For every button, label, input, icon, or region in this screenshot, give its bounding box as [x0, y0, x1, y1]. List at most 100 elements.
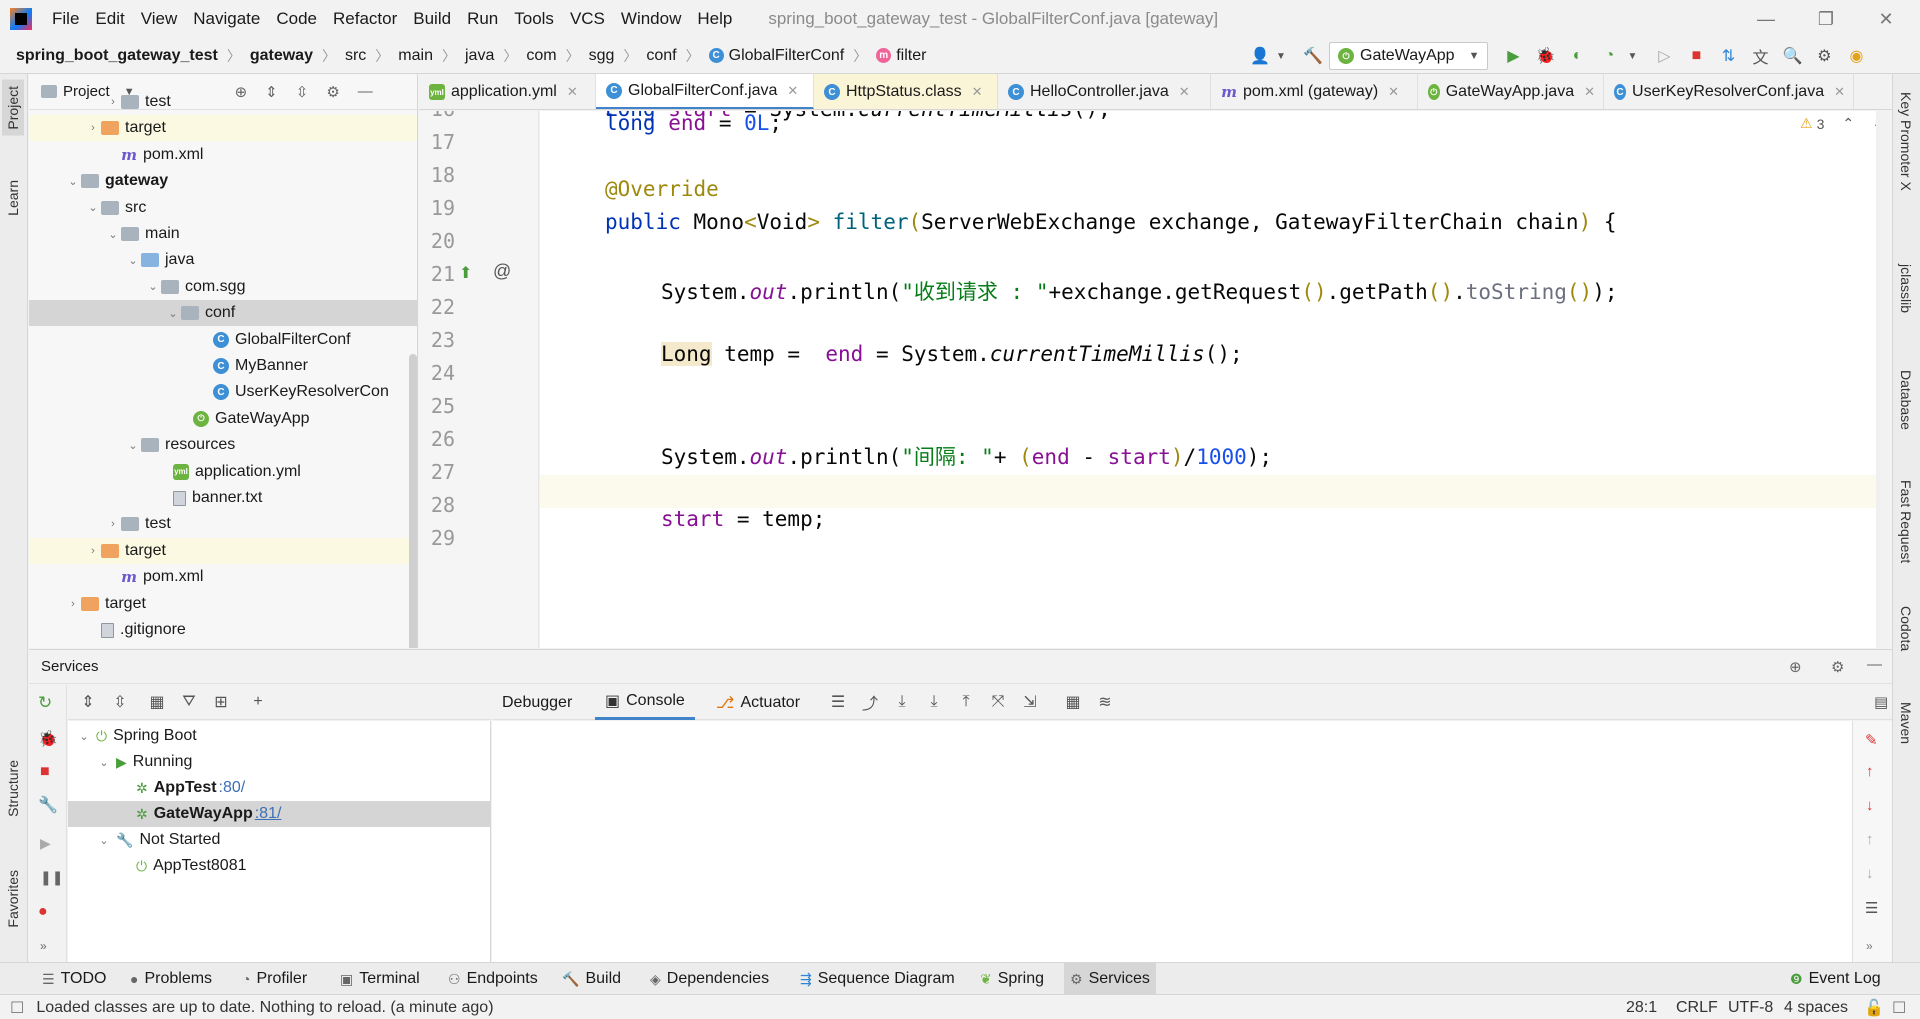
group-by-icon[interactable]: ▦ — [146, 691, 168, 713]
tab-build[interactable]: 🔨 Build — [556, 963, 627, 995]
menu-lines-icon[interactable]: ☰ — [827, 691, 849, 713]
step-over-icon[interactable]: ⤓ — [891, 691, 913, 713]
close-tab-icon[interactable]: ✕ — [1584, 84, 1595, 100]
project-tree-row[interactable]: ⌄ src — [29, 195, 417, 221]
tab-application-yml[interactable]: yml application.yml ✕ — [419, 74, 596, 109]
tree-expand-arrow-icon[interactable]: ⌄ — [96, 756, 112, 769]
lock-icon[interactable]: 🔓 — [1864, 995, 1884, 1019]
add-service-icon[interactable]: + — [247, 691, 269, 713]
breadcrumb-module[interactable]: gateway — [250, 47, 313, 65]
clear-icon[interactable]: ✎ — [1865, 731, 1878, 749]
tree-expand-arrow-icon[interactable]: › — [65, 598, 81, 610]
service-port-link[interactable]: :81/ — [255, 805, 282, 823]
tab-console[interactable]: ▣ Console — [595, 685, 695, 720]
service-tree-row[interactable]: ⌄ ⏻ Spring Boot — [68, 723, 491, 749]
up-arrow-icon[interactable]: ↑ — [1866, 763, 1874, 780]
filter-icon[interactable]: ⛛ — [178, 691, 200, 713]
project-scrollbar[interactable] — [409, 354, 417, 648]
key-promoter-tab[interactable]: Key Promoter X — [1896, 88, 1916, 195]
project-tree-row[interactable]: ⌄ main — [29, 221, 417, 247]
project-tree-row[interactable]: ⌄ gateway — [29, 168, 417, 194]
services-settings-gear-icon[interactable]: ⚙ — [1831, 658, 1844, 676]
menu-edit[interactable]: Edit — [87, 9, 132, 29]
project-tree-row[interactable]: ⏻ GateWayApp — [29, 406, 417, 432]
services-hide-icon[interactable]: — — [1867, 656, 1882, 673]
tab-sequence-diagram[interactable]: ⇶ Sequence Diagram — [794, 963, 961, 995]
resume-icon[interactable]: ▶ — [40, 835, 51, 852]
project-tree-row[interactable]: .gitignore — [29, 617, 417, 643]
settings-gear-icon[interactable]: ⚙ — [1813, 45, 1835, 67]
close-tab-icon[interactable]: ✕ — [1179, 84, 1190, 100]
close-tab-icon[interactable]: ✕ — [1834, 84, 1845, 100]
run-to-cursor-icon[interactable]: ⇲ — [1019, 691, 1041, 713]
menu-window[interactable]: Window — [613, 9, 689, 29]
close-tab-icon[interactable]: ✕ — [972, 84, 983, 100]
breakpoints-icon[interactable]: ● — [38, 903, 48, 921]
menu-help[interactable]: Help — [689, 9, 740, 29]
project-tree-row[interactable]: › test — [29, 511, 417, 537]
rerun-service-icon[interactable]: ↻ — [38, 693, 52, 713]
breadcrumb-java[interactable]: java — [465, 47, 494, 65]
tree-expand-arrow-icon[interactable]: ⌄ — [125, 254, 141, 267]
pause-icon[interactable]: ❚❚ — [40, 869, 63, 886]
run-icon[interactable]: ▶ — [1502, 45, 1524, 67]
service-tree-row[interactable]: ✲ GateWayApp:81/ — [68, 801, 491, 827]
maven-tab[interactable]: Maven — [1896, 698, 1916, 748]
breadcrumb-conf[interactable]: conf — [646, 47, 676, 65]
tree-expand-arrow-icon[interactable]: ⌄ — [165, 307, 181, 320]
user-dropdown-icon[interactable]: ▼ — [1270, 45, 1292, 67]
layout-icon[interactable]: ▤ — [1874, 693, 1888, 711]
soft-wrap-icon[interactable]: ☰ — [1865, 899, 1878, 917]
tab-pom-xml[interactable]: m pom.xml (gateway) ✕ — [1211, 74, 1418, 109]
debug-service-icon[interactable]: 🐞 — [38, 729, 58, 749]
tab-services[interactable]: ⚙ Services — [1064, 963, 1156, 995]
status-message[interactable]: ☐ Loaded classes are up to date. Nothing … — [10, 995, 494, 1019]
menu-file[interactable]: File — [44, 9, 87, 29]
service-tree-row[interactable]: ⌄ ▶ Running — [68, 749, 491, 775]
build-hammer-icon[interactable]: 🔨 — [1302, 45, 1324, 67]
tree-expand-arrow-icon[interactable]: ⌄ — [65, 175, 81, 188]
close-icon[interactable]: ✕ — [1856, 0, 1916, 38]
new-group-icon[interactable]: ⊞ — [210, 691, 232, 713]
evaluate-icon[interactable]: ▦ — [1062, 691, 1084, 713]
stop-service-icon[interactable]: ■ — [40, 763, 50, 781]
tab-event-log[interactable]: ❾ Event Log — [1784, 963, 1887, 995]
project-tree-row[interactable]: › target — [29, 115, 417, 142]
rerun-icon[interactable]: ▷ — [1653, 45, 1675, 67]
drop-frame-icon[interactable]: ⤧ — [987, 691, 1009, 713]
tab-hellocontroller[interactable]: C HelloController.java ✕ — [998, 74, 1211, 109]
tab-profiler[interactable]: ◔ Profiler — [236, 963, 313, 995]
breadcrumb-project[interactable]: spring_boot_gateway_test — [16, 47, 218, 65]
hotswap-icon[interactable]: ⇅ — [1717, 45, 1739, 67]
menu-view[interactable]: View — [133, 9, 186, 29]
service-tree-row[interactable]: ⏻ AppTest8081 — [68, 853, 491, 879]
tree-expand-arrow-icon[interactable]: › — [85, 122, 101, 134]
breadcrumb-sgg[interactable]: sgg — [589, 47, 615, 65]
project-tree-row[interactable]: m pom.xml — [29, 564, 417, 590]
menu-build[interactable]: Build — [405, 9, 459, 29]
close-tab-icon[interactable]: ✕ — [1388, 84, 1399, 100]
project-tree-row[interactable]: › target — [29, 591, 417, 617]
services-target-icon[interactable]: ⊕ — [1789, 658, 1802, 676]
minimize-icon[interactable]: — — [1736, 0, 1796, 38]
menu-navigate[interactable]: Navigate — [185, 9, 268, 29]
tab-spring[interactable]: ❦ Spring — [974, 963, 1050, 995]
console-output[interactable] — [492, 721, 1852, 962]
debug-icon[interactable]: 🐞 — [1534, 45, 1556, 67]
collapse-all-icon[interactable]: ⇳ — [109, 691, 131, 713]
menu-refactor[interactable]: Refactor — [325, 9, 405, 29]
translate-icon[interactable]: 文 — [1749, 45, 1771, 67]
tab-gatewayapp[interactable]: ⏻ GateWayApp.java ✕ — [1418, 74, 1604, 109]
indent-setting[interactable]: 4 spaces — [1784, 995, 1848, 1019]
tab-todo[interactable]: ☰ TODO — [36, 963, 113, 995]
editor-scrollbar[interactable] — [1876, 111, 1880, 648]
project-tree-row[interactable]: yml application.yml — [29, 459, 417, 485]
breadcrumb-class[interactable]: C GlobalFilterConf — [708, 47, 844, 65]
trace-icon[interactable]: ≋ — [1094, 691, 1116, 713]
menu-tools[interactable]: Tools — [506, 9, 562, 29]
tab-httpstatus[interactable]: C HttpStatus.class ✕ — [814, 74, 998, 109]
run-configuration-select[interactable]: ⏻ GateWayApp ▼ — [1329, 42, 1489, 70]
tab-debugger[interactable]: Debugger — [492, 685, 582, 720]
service-tree-row[interactable]: ✲ AppTest:80/ — [68, 775, 491, 801]
tab-actuator[interactable]: ⎇ Actuator — [706, 685, 810, 720]
